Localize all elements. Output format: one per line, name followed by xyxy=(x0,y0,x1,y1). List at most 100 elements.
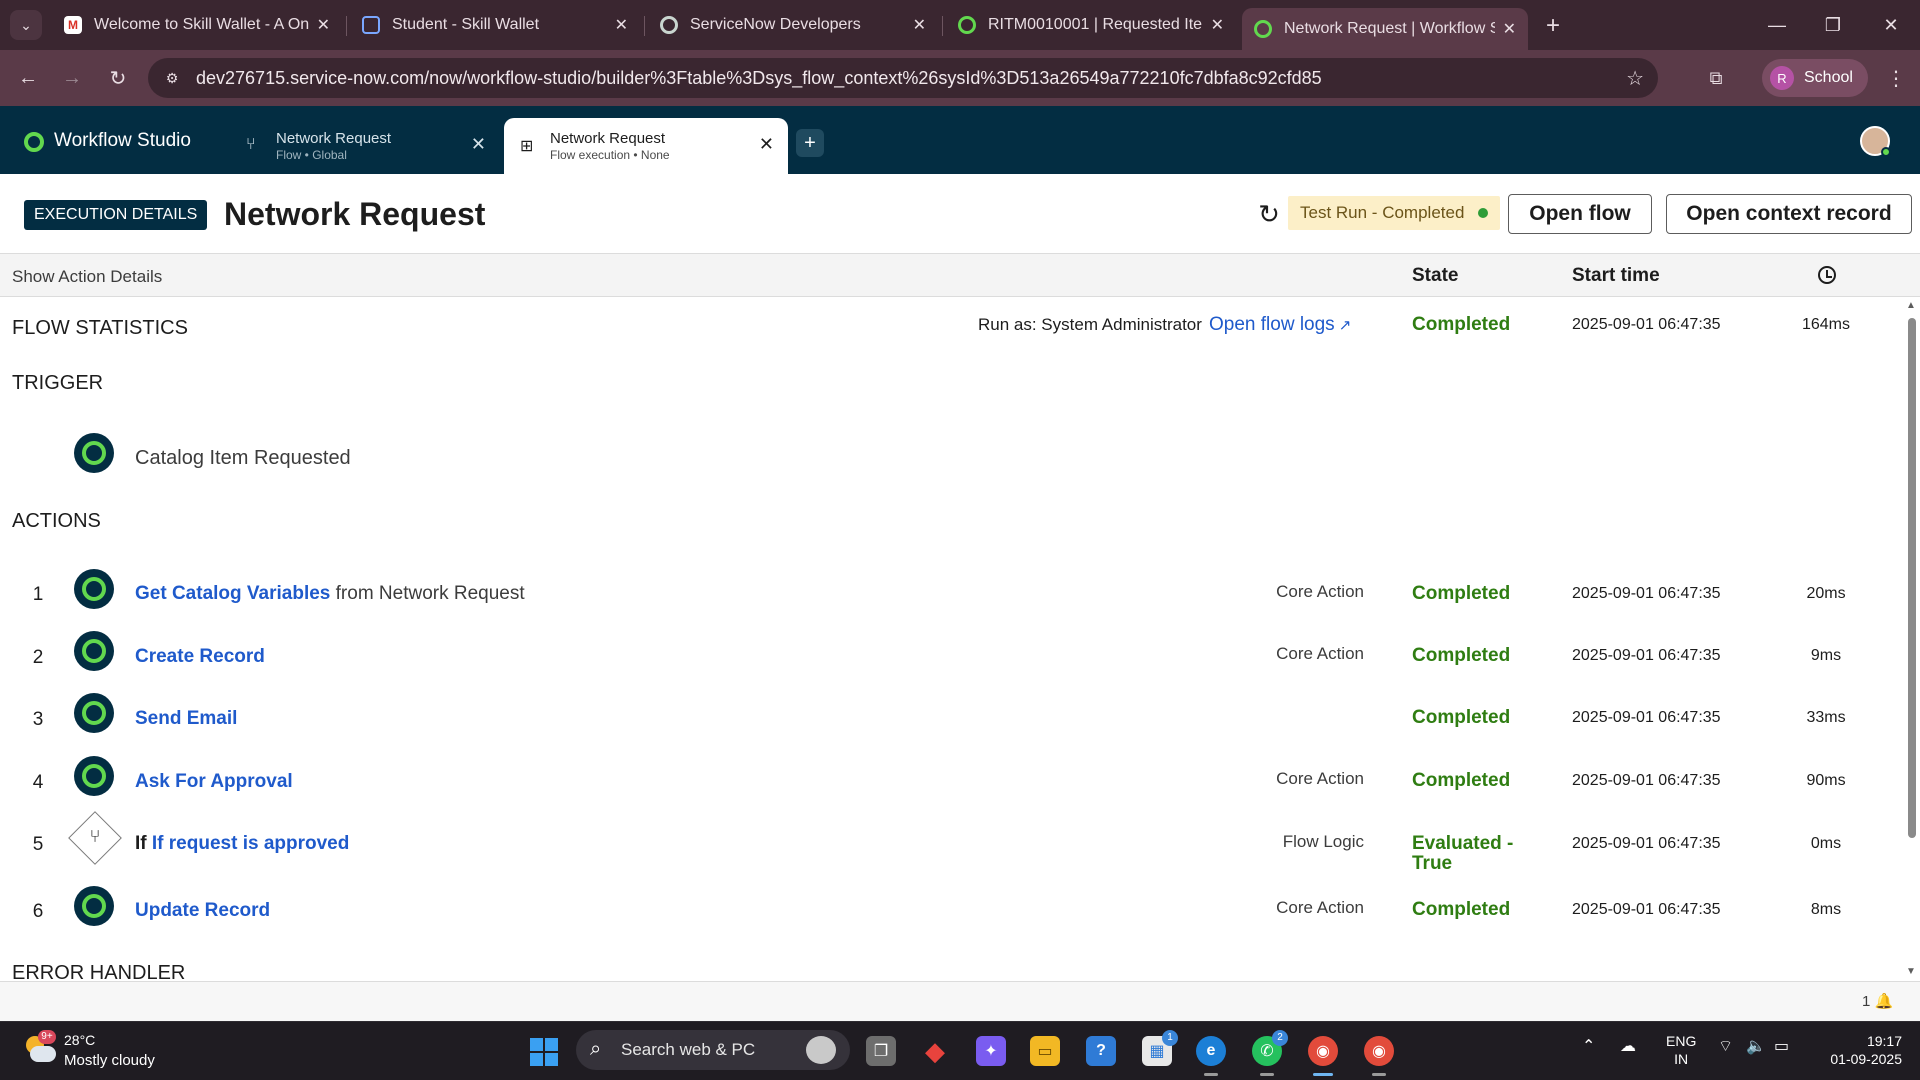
close-tab-icon[interactable]: ✕ xyxy=(1503,19,1516,39)
close-tab-icon[interactable]: ✕ xyxy=(913,15,926,35)
action-row-get-catalog-variables[interactable]: Get Catalog Variables from Network Reque… xyxy=(135,583,525,605)
app-tab-flow-execution[interactable]: ⊞ Network Request Flow execution • None … xyxy=(504,118,788,174)
action-number: 5 xyxy=(32,834,44,855)
browser-tab-servicenow-developers[interactable]: ServiceNow Developers ✕ xyxy=(648,8,938,42)
open-flow-logs-link[interactable]: Open flow logs ↗ xyxy=(1209,314,1351,336)
battery-icon[interactable]: ▭ xyxy=(1774,1036,1789,1056)
profile-button[interactable]: R School xyxy=(1762,59,1868,97)
refresh-icon[interactable]: ↻ xyxy=(1256,199,1282,229)
extensions-icon[interactable]: ⧉ xyxy=(1700,62,1732,94)
file-explorer-icon[interactable]: ▭ xyxy=(1030,1036,1060,1066)
action-name[interactable]: Get Catalog Variables xyxy=(135,583,330,604)
action-step-icon xyxy=(74,756,114,796)
trigger-name[interactable]: Catalog Item Requested xyxy=(135,447,351,470)
action-step-icon xyxy=(74,693,114,733)
address-bar[interactable]: ⚙ dev276715.service-now.com/now/workflow… xyxy=(148,58,1658,98)
browser-tab-ritm[interactable]: RITM0010001 | Requested Item ✕ xyxy=(946,8,1236,42)
taskbar-search[interactable]: ⌕ Search web & PC xyxy=(576,1030,850,1070)
help-app-icon[interactable]: ? xyxy=(1086,1036,1116,1066)
action-row-update-record[interactable]: Update Record xyxy=(135,900,270,922)
back-icon[interactable]: ← xyxy=(12,62,44,94)
tab-search-dropdown-icon[interactable]: ⌄ xyxy=(10,10,42,40)
action-state: Completed xyxy=(1412,770,1511,791)
language-indicator[interactable]: ENG IN xyxy=(1666,1032,1696,1068)
windows-start-icon[interactable] xyxy=(530,1038,558,1066)
maximize-icon[interactable]: ❐ xyxy=(1810,8,1856,42)
forward-icon[interactable]: → xyxy=(56,62,88,94)
action-name[interactable]: Update Record xyxy=(135,900,270,921)
reload-icon[interactable]: ↻ xyxy=(102,62,134,94)
action-start-time: 2025-09-01 06:47:35 xyxy=(1572,772,1721,789)
edge-icon[interactable]: e xyxy=(1196,1036,1226,1076)
wifi-icon[interactable]: ⌔ xyxy=(1718,1036,1733,1056)
action-row-if-request-approved[interactable]: If If request is approved xyxy=(135,833,349,855)
action-extra: from Network Request xyxy=(335,583,525,604)
browser-tab-student[interactable]: Student - Skill Wallet ✕ xyxy=(350,8,640,42)
actions-heading: ACTIONS xyxy=(12,510,101,532)
taskbar-clock[interactable]: 19:17 01-09-2025 xyxy=(1812,1032,1902,1068)
add-app-tab-button[interactable]: + xyxy=(796,129,824,157)
close-tab-icon[interactable]: ✕ xyxy=(1211,15,1224,35)
close-window-icon[interactable]: ✕ xyxy=(1868,8,1914,42)
action-step-icon xyxy=(74,886,114,926)
user-avatar[interactable] xyxy=(1860,126,1891,157)
action-row-send-email[interactable]: Send Email xyxy=(135,708,237,730)
whatsapp-icon[interactable]: ✆ 2 xyxy=(1252,1030,1288,1076)
url-text[interactable]: dev276715.service-now.com/now/workflow-s… xyxy=(196,68,1322,89)
presence-dot xyxy=(1881,147,1891,157)
bookmark-star-icon[interactable]: ☆ xyxy=(1626,66,1644,91)
open-flow-button[interactable]: Open flow xyxy=(1508,194,1652,234)
copilot-icon[interactable]: ✦ xyxy=(976,1036,1006,1066)
vertical-scrollbar[interactable]: ▲ ▼ xyxy=(1904,300,1918,980)
scroll-up-icon[interactable]: ▲ xyxy=(1906,300,1916,311)
action-name[interactable]: Create Record xyxy=(135,646,265,667)
browser-tab-network-request[interactable]: Network Request | Workflow Stu ✕ xyxy=(1242,8,1528,50)
close-app-tab-icon[interactable]: ✕ xyxy=(759,134,774,155)
action-type: Core Action xyxy=(1276,582,1364,601)
ms-store-icon[interactable]: ▦ 1 xyxy=(1142,1030,1178,1066)
action-duration: 20ms xyxy=(1806,585,1846,602)
scroll-down-icon[interactable]: ▼ xyxy=(1906,966,1916,977)
running-indicator xyxy=(1204,1073,1218,1076)
open-context-record-button[interactable]: Open context record xyxy=(1666,194,1912,234)
action-start-time: 2025-09-01 06:47:35 xyxy=(1572,647,1721,664)
action-row-create-record[interactable]: Create Record xyxy=(135,646,265,668)
ms-store-badge: 1 xyxy=(1162,1030,1178,1046)
app-tab-subtitle: Flow • Global xyxy=(276,148,347,162)
browser-tab-skill-wallet[interactable]: M Welcome to Skill Wallet - A One ✕ xyxy=(52,8,342,42)
chrome-profile-n-icon[interactable]: ◉ xyxy=(1364,1036,1394,1076)
action-row-ask-for-approval[interactable]: Ask For Approval xyxy=(135,771,293,793)
minimize-icon[interactable]: — xyxy=(1754,8,1800,42)
close-tab-icon[interactable]: ✕ xyxy=(615,15,628,35)
app-tab-flow[interactable]: ⑂ Network Request Flow • Global ✕ xyxy=(230,118,500,174)
close-app-tab-icon[interactable]: ✕ xyxy=(471,134,486,155)
app-title[interactable]: Workflow Studio xyxy=(54,130,191,152)
page-title: Network Request xyxy=(224,196,486,232)
show-action-details-toggle[interactable]: Show Action Details xyxy=(12,267,162,287)
close-tab-icon[interactable]: ✕ xyxy=(317,15,330,35)
action-state: Completed xyxy=(1412,899,1511,920)
volume-icon[interactable]: 🔈 xyxy=(1746,1036,1766,1056)
action-name[interactable]: Send Email xyxy=(135,708,237,729)
chrome-profile-r-icon[interactable]: ◉ xyxy=(1308,1036,1338,1076)
new-tab-button[interactable]: + xyxy=(1538,12,1568,40)
weather-description[interactable]: Mostly cloudy xyxy=(64,1052,155,1069)
scrollbar-thumb[interactable] xyxy=(1908,318,1916,838)
action-name[interactable]: Ask For Approval xyxy=(135,771,293,792)
app-red-diamond-icon[interactable]: ◆ xyxy=(920,1036,950,1066)
browser-tab-title: Network Request | Workflow Stu xyxy=(1284,20,1495,37)
browser-menu-icon[interactable]: ⋮ xyxy=(1880,62,1912,94)
weather-icon[interactable]: 9+ xyxy=(22,1030,56,1066)
notification-bell[interactable]: 1 🔔 xyxy=(1862,992,1893,1010)
cloud-shape xyxy=(30,1046,56,1062)
action-name[interactable]: If request is approved xyxy=(152,833,349,854)
site-settings-icon[interactable]: ⚙ xyxy=(162,68,182,88)
show-hidden-icons-icon[interactable]: ⌃ xyxy=(1582,1036,1595,1056)
servicenow-icon xyxy=(958,16,976,34)
test-run-status: Test Run - Completed xyxy=(1288,196,1501,230)
skill-wallet-icon xyxy=(362,16,380,34)
weather-temperature[interactable]: 28°C xyxy=(64,1032,95,1048)
flow-start-time: 2025-09-01 06:47:35 xyxy=(1572,316,1721,333)
task-view-icon[interactable]: ❐ xyxy=(866,1036,896,1066)
onedrive-cloud-icon[interactable]: ☁ xyxy=(1620,1036,1636,1056)
